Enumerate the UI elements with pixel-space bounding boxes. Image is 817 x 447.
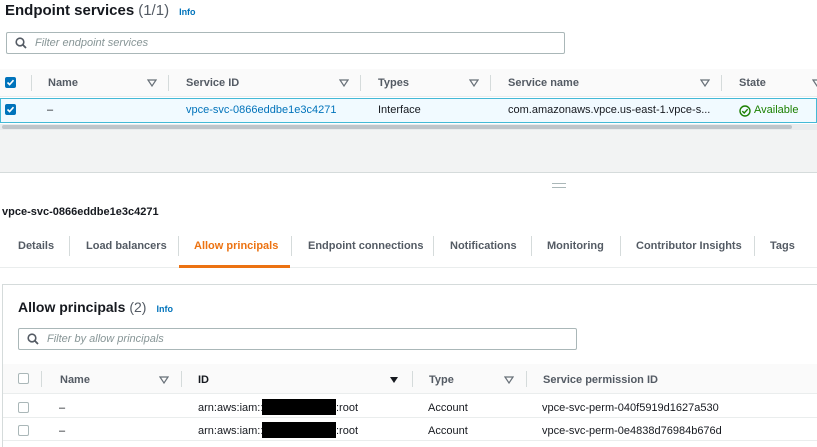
column-header-service-name[interactable]: Service name bbox=[508, 77, 579, 89]
principal-arn-prefix: arn:aws:iam:: bbox=[198, 402, 264, 414]
info-link[interactable]: Info bbox=[179, 7, 196, 17]
row-checkbox[interactable] bbox=[18, 425, 29, 436]
row-type: Account bbox=[428, 402, 468, 414]
tab-allow-principals[interactable]: Allow principals bbox=[194, 240, 278, 252]
column-header-service-id[interactable]: Service ID bbox=[186, 77, 239, 89]
page-title: Endpoint services bbox=[5, 2, 135, 19]
principals-count: (2) bbox=[129, 299, 147, 315]
tab-tags[interactable]: Tags bbox=[770, 240, 795, 252]
check-circle-icon bbox=[739, 105, 751, 117]
tab-load-balancers[interactable]: Load balancers bbox=[86, 240, 167, 252]
row-name: – bbox=[47, 104, 54, 116]
search-placeholder: Filter by allow principals bbox=[47, 333, 164, 345]
row-name: – bbox=[59, 402, 66, 414]
sort-icon[interactable] bbox=[812, 79, 817, 87]
sort-icon[interactable] bbox=[504, 376, 514, 384]
endpoint-services-search[interactable]: Filter endpoint services bbox=[6, 32, 565, 54]
sort-icon[interactable] bbox=[700, 79, 710, 87]
principal-arn-prefix: arn:aws:iam:: bbox=[198, 425, 264, 437]
detail-title: vpce-svc-0866eddbe1e3c4271 bbox=[2, 206, 159, 218]
endpoint-services-header: Endpoint services (1/1) Info bbox=[5, 2, 196, 22]
tab-endpoint-connections[interactable]: Endpoint connections bbox=[308, 240, 424, 252]
search-placeholder: Filter endpoint services bbox=[35, 37, 149, 49]
section-title: Allow principals bbox=[18, 299, 126, 315]
column-header-type[interactable]: Type bbox=[429, 374, 454, 386]
column-header-id[interactable]: ID bbox=[198, 374, 209, 386]
selection-count: (1/1) bbox=[138, 2, 170, 19]
row-checkbox[interactable] bbox=[5, 104, 16, 115]
row-service-name: com.amazonaws.vpce.us-east-1.vpce-s... bbox=[508, 104, 711, 116]
sort-icon[interactable] bbox=[159, 376, 169, 384]
redaction-box bbox=[262, 399, 336, 415]
row-type: Account bbox=[428, 425, 468, 437]
column-header-state[interactable]: State bbox=[739, 77, 766, 89]
sort-icon[interactable] bbox=[147, 79, 157, 87]
row-name: – bbox=[59, 425, 66, 437]
active-tab-indicator bbox=[179, 265, 290, 268]
sort-descending-icon[interactable] bbox=[389, 376, 399, 384]
column-header-name[interactable]: Name bbox=[60, 374, 90, 386]
tab-monitoring[interactable]: Monitoring bbox=[547, 240, 604, 252]
tab-notifications[interactable]: Notifications bbox=[450, 240, 517, 252]
resize-handle[interactable] bbox=[552, 183, 566, 188]
principal-arn-suffix: :root bbox=[336, 402, 359, 414]
select-all-checkbox[interactable] bbox=[5, 77, 16, 88]
allow-principals-search[interactable]: Filter by allow principals bbox=[18, 328, 577, 350]
column-header-types[interactable]: Types bbox=[378, 77, 409, 89]
principals-table-header bbox=[3, 364, 817, 394]
state-available: Available bbox=[754, 104, 799, 116]
split-gap bbox=[0, 130, 817, 172]
info-link[interactable]: Info bbox=[156, 304, 173, 314]
service-id-link[interactable]: vpce-svc-0866eddbe1e3c4271 bbox=[186, 104, 336, 116]
scrollbar-thumb[interactable] bbox=[2, 125, 792, 129]
tab-contributor-insights[interactable]: Contributor Insights bbox=[636, 240, 742, 252]
redaction-box bbox=[262, 422, 336, 438]
search-icon bbox=[27, 333, 39, 345]
row-type: Interface bbox=[378, 104, 421, 116]
sort-icon[interactable] bbox=[469, 79, 479, 87]
select-all-checkbox[interactable] bbox=[18, 373, 29, 384]
tab-details[interactable]: Details bbox=[18, 240, 54, 252]
row-permission-id: vpce-svc-perm-0e4838d76984b676d bbox=[542, 425, 722, 437]
sort-icon[interactable] bbox=[339, 79, 349, 87]
row-permission-id: vpce-svc-perm-040f5919d1627a530 bbox=[542, 402, 719, 414]
search-icon bbox=[15, 37, 27, 49]
principal-arn-suffix: :root bbox=[336, 425, 359, 437]
row-checkbox[interactable] bbox=[18, 402, 29, 413]
column-header-service-permission-id[interactable]: Service permission ID bbox=[543, 374, 658, 386]
column-header-name[interactable]: Name bbox=[48, 77, 78, 89]
allow-principals-header: Allow principals (2) Info bbox=[18, 299, 173, 315]
